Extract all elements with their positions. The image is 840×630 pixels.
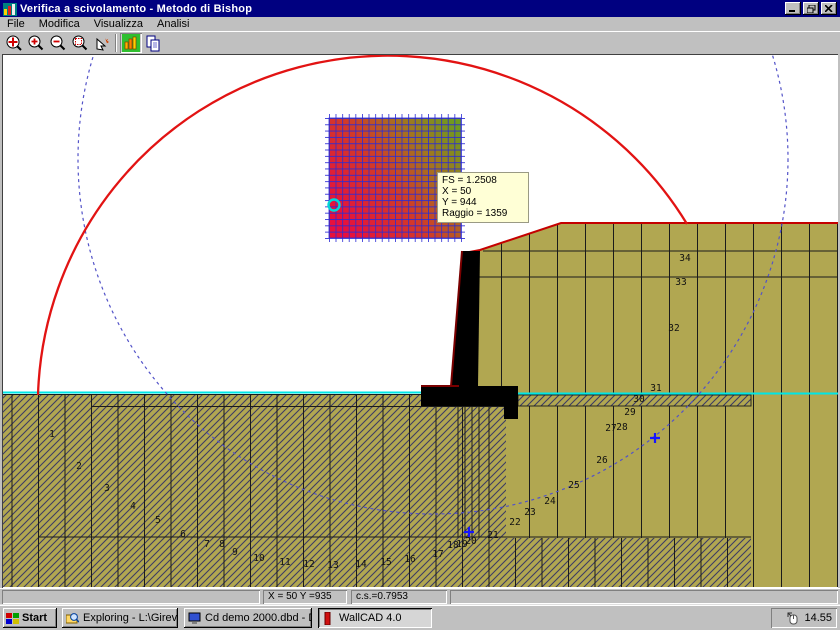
titlebar[interactable]: Verifica a scivolamento - Metodo di Bish… [0,0,840,17]
menu-visualizza[interactable]: Visualizza [87,18,150,30]
svg-text:34: 34 [679,253,691,264]
svg-text:24: 24 [544,496,556,507]
svg-text:23: 23 [524,507,535,518]
fs-tooltip: FS = 1.2508 X = 50 Y = 944 Raggio = 1359 [437,172,529,223]
svg-text:29: 29 [624,407,636,418]
svg-text:31: 31 [650,383,662,394]
svg-text:26: 26 [596,455,608,466]
status-filler-panel [450,590,838,604]
toolbar-separator [115,34,117,52]
menu-analisi[interactable]: Analisi [150,18,196,30]
mouse-tray-icon[interactable] [787,612,800,625]
app-icon [3,3,17,16]
wallcad-icon [322,612,335,625]
minimize-button[interactable] [785,2,801,15]
status-safety-factor: c.s.=0.7953 [351,590,447,604]
task-wallcad-label: WallCAD 4.0 [339,612,402,624]
svg-text:6: 6 [180,529,186,540]
windows-logo-icon [6,612,19,625]
task-exploring-label: Exploring - L:\Girevol\DE... [83,612,178,624]
toolbar [0,31,840,54]
task-wallcad[interactable]: WallCAD 4.0 [318,608,432,628]
status-empty-panel [2,590,260,604]
svg-text:16: 16 [404,554,416,565]
svg-text:25: 25 [568,480,579,491]
task-cd-demo-label: Cd demo 2000.dbd - Demo... [205,612,312,624]
svg-text:10: 10 [253,553,265,564]
select-pointer-button[interactable] [90,33,112,53]
fs-map-button[interactable] [120,33,142,53]
close-icon [825,5,833,12]
zoom-out-button[interactable] [46,33,68,53]
close-button[interactable] [821,2,837,15]
menubar: File Modifica Visualizza Analisi [0,17,840,31]
zoom-window-icon [71,35,88,52]
svg-text:17: 17 [432,549,443,560]
svg-text:27: 27 [605,423,616,434]
explorer-icon [66,612,79,625]
task-exploring[interactable]: Exploring - L:\Girevol\DE... [62,608,178,628]
tray-clock[interactable]: 14.55 [804,612,832,624]
status-coordinates: X = 50 Y =935 [263,590,347,604]
svg-text:7: 7 [204,539,210,550]
svg-text:1: 1 [49,429,55,440]
select-pointer-icon [93,35,110,52]
zoom-window-button[interactable] [68,33,90,53]
svg-text:28: 28 [616,422,628,433]
zoom-extents-icon [5,35,22,52]
copy-icon [145,35,162,52]
zoom-out-icon [49,35,66,52]
window-title: Verifica a scivolamento - Metodo di Bish… [20,3,785,15]
zoom-in-button[interactable] [24,33,46,53]
restore-icon [807,5,816,13]
svg-text:3: 3 [104,483,110,494]
start-button[interactable]: Start [3,608,57,628]
svg-text:22: 22 [509,517,520,528]
tooltip-x: X = 50 [442,186,525,197]
svg-text:11: 11 [279,557,291,568]
fs-map-icon [122,34,140,52]
svg-text:2: 2 [76,461,82,472]
svg-text:33: 33 [675,277,686,288]
start-label: Start [22,612,47,624]
svg-text:12: 12 [303,559,314,570]
svg-text:5: 5 [155,515,161,526]
tooltip-raggio: Raggio = 1359 [442,208,525,219]
zoom-in-icon [27,35,44,52]
tooltip-fs: FS = 1.2508 [442,175,525,186]
minimize-icon [789,5,797,12]
svg-text:20: 20 [465,536,477,547]
tooltip-y: Y = 944 [442,197,525,208]
statusbar: X = 50 Y =935 c.s.=0.7953 [0,588,840,604]
task-cd-demo[interactable]: Cd demo 2000.dbd - Demo... [184,608,312,628]
svg-text:4: 4 [130,501,136,512]
svg-text:15: 15 [380,557,391,568]
svg-text:13: 13 [327,560,338,571]
svg-text:32: 32 [668,323,679,334]
drawing-canvas[interactable]: 1234567891011121314151617181920212223242… [2,54,838,588]
taskbar: Start Exploring - L:\Girevol\DE... Cd de… [0,604,840,630]
cd-demo-icon [188,612,201,625]
svg-text:9: 9 [232,547,238,558]
menu-file[interactable]: File [0,18,32,30]
app-window: Verifica a scivolamento - Metodo di Bish… [0,0,840,630]
bishop-plot: 1234567891011121314151617181920212223242… [3,55,838,588]
svg-text:21: 21 [487,530,499,541]
svg-text:14: 14 [355,559,367,570]
copy-button[interactable] [142,33,164,53]
svg-text:30: 30 [633,394,645,405]
zoom-extents-button[interactable] [2,33,24,53]
menu-modifica[interactable]: Modifica [32,18,87,30]
water-level-line [3,393,838,394]
system-tray: 14.55 [771,608,837,628]
svg-text:8: 8 [219,539,225,550]
restore-button[interactable] [803,2,819,15]
